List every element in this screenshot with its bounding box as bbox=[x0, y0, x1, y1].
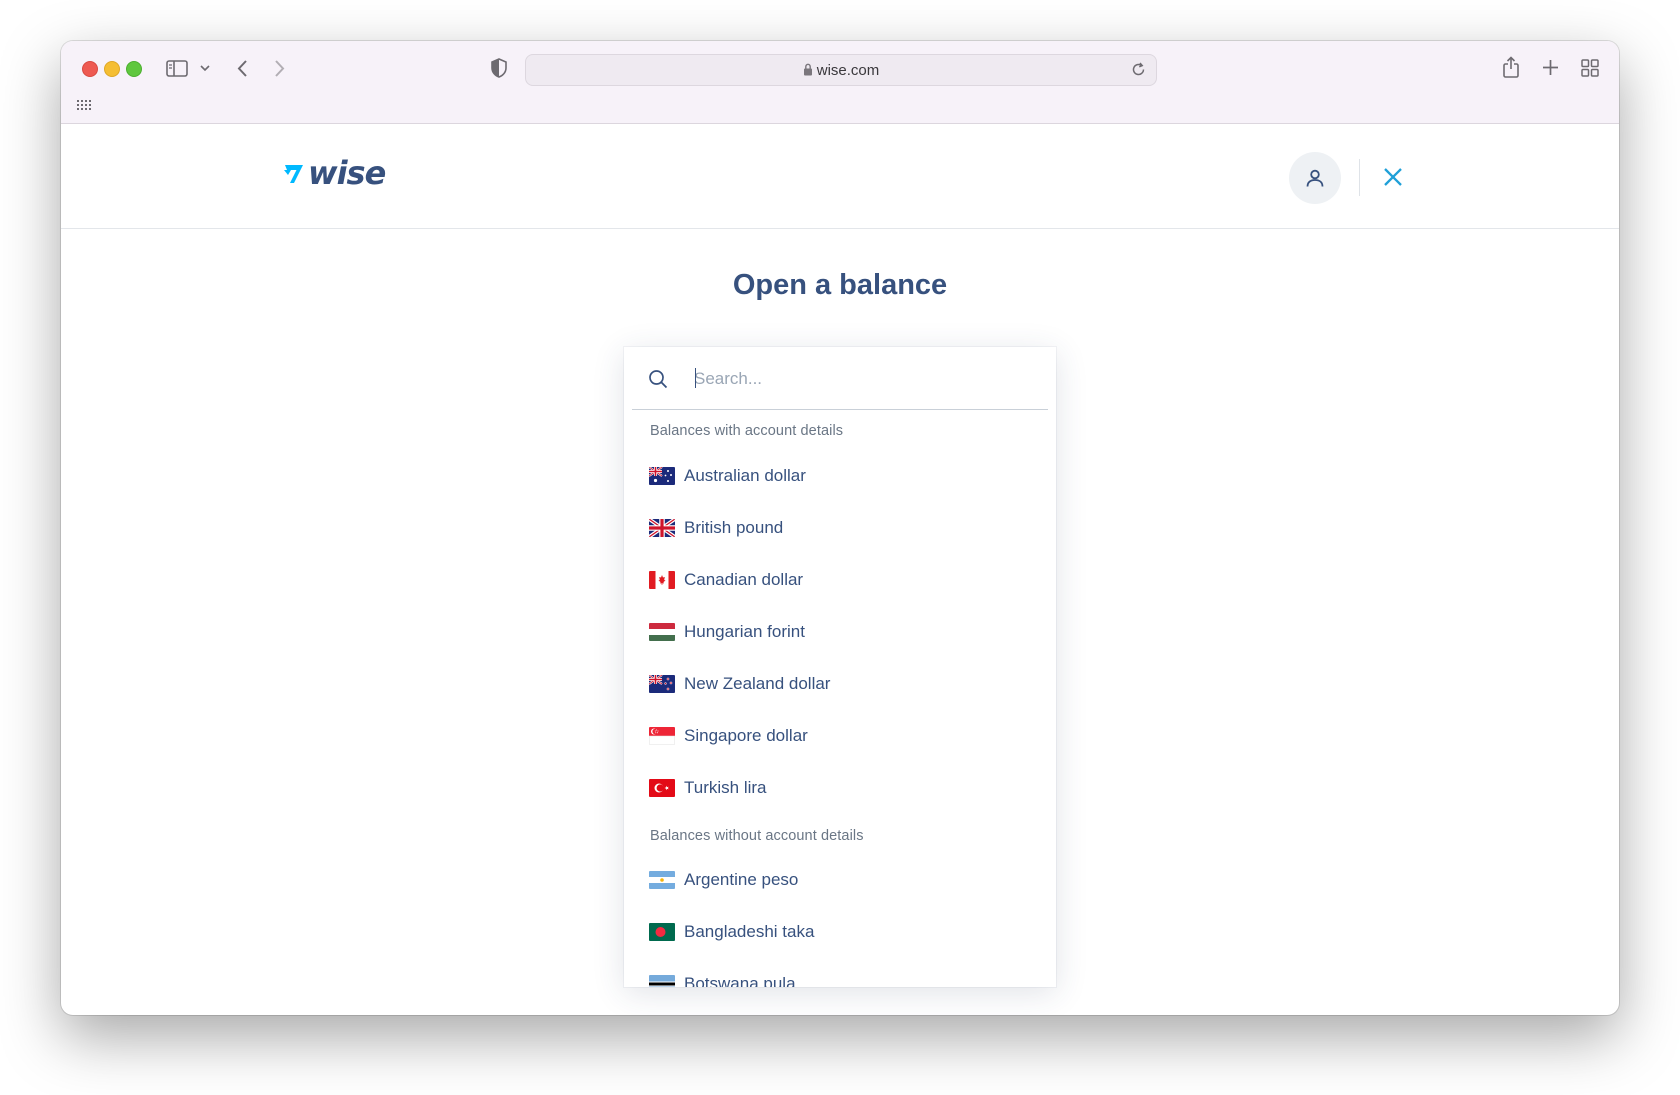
currency-item-bdt[interactable]: Bangladeshi taka bbox=[624, 909, 1056, 955]
ca-flag-icon bbox=[649, 571, 675, 589]
privacy-shield-icon[interactable] bbox=[491, 58, 507, 78]
sidebar-icon[interactable] bbox=[166, 60, 188, 77]
new-tab-icon[interactable] bbox=[1542, 59, 1559, 76]
header-divider bbox=[1359, 159, 1360, 196]
forward-icon[interactable] bbox=[274, 59, 286, 78]
currency-item-ars[interactable]: Argentine peso bbox=[624, 857, 1056, 903]
close-button[interactable] bbox=[1376, 160, 1410, 194]
hu-flag-icon bbox=[649, 623, 675, 641]
tr-flag-icon bbox=[649, 779, 675, 797]
bw-flag-icon bbox=[649, 975, 675, 987]
currency-picker: Balances with account details Australian… bbox=[624, 347, 1056, 987]
search-bar bbox=[632, 347, 1048, 410]
currency-item-cad[interactable]: Canadian dollar bbox=[624, 557, 1056, 603]
nz-flag-icon bbox=[649, 675, 675, 693]
page-title: Open a balance bbox=[732, 269, 948, 301]
reload-icon[interactable] bbox=[1131, 62, 1146, 77]
site-header: WISE bbox=[61, 124, 1619, 229]
search-icon bbox=[649, 370, 668, 389]
currency-label: Singapore dollar bbox=[684, 726, 808, 745]
currency-label: British pound bbox=[684, 518, 784, 537]
url-display: wise.com bbox=[526, 62, 1156, 79]
group-label-without-details: Balances without account details bbox=[650, 828, 864, 844]
close-icon bbox=[1384, 168, 1402, 186]
currency-item-huf[interactable]: Hungarian forint bbox=[624, 609, 1056, 655]
account-button[interactable] bbox=[1289, 152, 1341, 204]
logo-wordmark: WISE bbox=[308, 154, 386, 192]
currency-label: Turkish lira bbox=[684, 778, 767, 797]
currency-label: Botswana pula bbox=[684, 974, 796, 987]
currency-label: Hungarian forint bbox=[684, 622, 805, 641]
currency-label: Canadian dollar bbox=[684, 570, 804, 589]
currency-item-try[interactable]: Turkish lira bbox=[624, 765, 1056, 811]
currency-item-sgd[interactable]: Singapore dollar bbox=[624, 713, 1056, 759]
chevron-down-icon[interactable] bbox=[200, 65, 210, 72]
ar-flag-icon bbox=[649, 871, 675, 889]
favorites-grid-icon[interactable] bbox=[77, 100, 91, 110]
back-icon[interactable] bbox=[236, 59, 248, 78]
browser-toolbar: wise.com bbox=[61, 41, 1619, 124]
currency-label: New Zealand dollar bbox=[684, 674, 831, 693]
currency-item-gbp[interactable]: British pound bbox=[624, 505, 1056, 551]
tab-overview-icon[interactable] bbox=[1581, 59, 1599, 77]
text-caret bbox=[695, 368, 696, 388]
address-bar[interactable]: wise.com bbox=[525, 54, 1157, 86]
wise-logo[interactable]: WISE bbox=[282, 154, 386, 192]
currency-item-nzd[interactable]: New Zealand dollar bbox=[624, 661, 1056, 707]
currency-label: Bangladeshi taka bbox=[684, 922, 815, 941]
lock-icon bbox=[803, 63, 812, 76]
gb-flag-icon bbox=[649, 519, 675, 537]
bd-flag-icon bbox=[649, 923, 675, 941]
close-window-button[interactable] bbox=[82, 61, 98, 77]
group-label-with-details: Balances with account details bbox=[650, 423, 844, 439]
sg-flag-icon bbox=[649, 727, 675, 745]
share-icon[interactable] bbox=[1502, 56, 1520, 78]
zoom-window-button[interactable] bbox=[126, 61, 142, 77]
currency-label: Argentine peso bbox=[684, 870, 799, 889]
currency-label: Australian dollar bbox=[684, 466, 806, 485]
au-flag-icon bbox=[649, 467, 675, 485]
currency-item-aud[interactable]: Australian dollar bbox=[624, 453, 1056, 499]
user-icon bbox=[1306, 169, 1324, 187]
minimize-window-button[interactable] bbox=[104, 61, 120, 77]
currency-item-bwp[interactable]: Botswana pula bbox=[624, 961, 1056, 987]
search-input[interactable] bbox=[692, 363, 1036, 395]
url-text: wise.com bbox=[816, 62, 880, 79]
browser-window: wise.com wise Open a balance Search... B… bbox=[61, 41, 1619, 1015]
wise-flag-icon bbox=[284, 165, 303, 183]
